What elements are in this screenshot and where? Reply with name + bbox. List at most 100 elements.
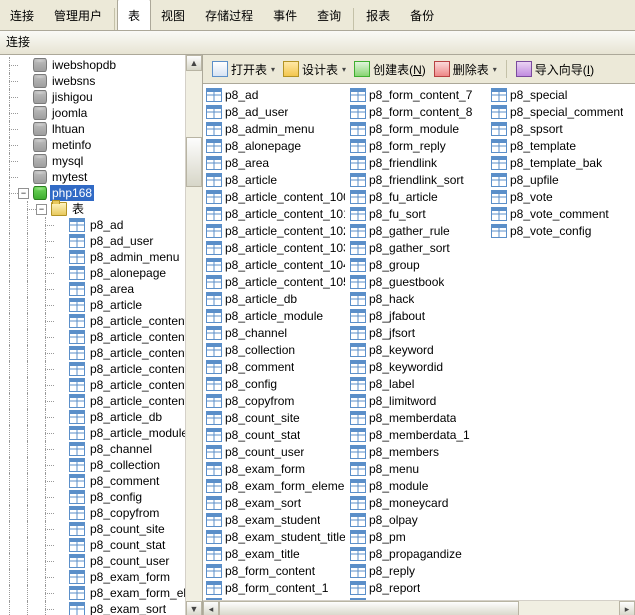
table-item[interactable]: p8_limitword [349,392,490,409]
tree-table-p8_config[interactable]: p8_config [0,489,202,505]
tree-table-p8_article_content_104[interactable]: p8_article_content_104 [0,377,202,393]
table-item[interactable]: p8_form_content_8 [349,103,490,120]
db-iwebshopdb[interactable]: iwebshopdb [0,57,202,73]
tree-table-p8_article_module[interactable]: p8_article_module [0,425,202,441]
toolbar-报表[interactable]: 报表 [356,0,400,30]
table-item[interactable]: p8_form_content_1 [205,579,349,596]
table-item[interactable]: p8_jfabout [349,307,490,324]
tree-table-p8_article_content_102[interactable]: p8_article_content_102 [0,345,202,361]
table-item[interactable]: p8_members [349,443,490,460]
tree-table-p8_article_content_100[interactable]: p8_article_content_100 [0,313,202,329]
db-metinfo[interactable]: metinfo [0,137,202,153]
db-php168[interactable]: −php168 [0,185,202,201]
table-item[interactable]: p8_keyword [349,341,490,358]
toolbar-表[interactable]: 表 [117,0,151,30]
tree-table-p8_ad_user[interactable]: p8_ad_user [0,233,202,249]
table-item[interactable]: p8_vote_config [490,222,631,239]
table-item[interactable]: p8_exam_form_element [205,477,349,494]
expander-icon[interactable]: − [36,204,47,215]
toolbar-事件[interactable]: 事件 [263,0,307,30]
table-item[interactable]: p8_area [205,154,349,171]
table-item[interactable]: p8_special [490,86,631,103]
tree-table-p8_exam_form_element[interactable]: p8_exam_form_element [0,585,202,601]
table-item[interactable]: p8_olpay [349,511,490,528]
table-item[interactable]: p8_module [349,477,490,494]
table-item[interactable]: p8_template_bak [490,154,631,171]
scroll-up-icon[interactable]: ▲ [186,55,202,71]
table-item[interactable]: p8_gather_rule [349,222,490,239]
scroll-thumb[interactable] [219,601,519,615]
table-item[interactable]: p8_label [349,375,490,392]
db-mytest[interactable]: mytest [0,169,202,185]
tree-table-p8_collection[interactable]: p8_collection [0,457,202,473]
toolbar-管理用户[interactable]: 管理用户 [44,0,112,30]
tree-scrollbar[interactable]: ▲ ▼ [185,55,202,615]
scroll-right-icon[interactable]: ▸ [619,601,635,615]
table-item[interactable]: p8_article_content_102 [205,222,349,239]
table-item[interactable]: p8_article_db [205,290,349,307]
expander-icon[interactable]: − [18,188,29,199]
open-table-button[interactable]: 打开表▾ [209,59,278,80]
toolbar-查询[interactable]: 查询 [307,0,351,30]
tree-table-p8_alonepage[interactable]: p8_alonepage [0,265,202,281]
db-mysql[interactable]: mysql [0,153,202,169]
tree-table-p8_count_stat[interactable]: p8_count_stat [0,537,202,553]
tree-table-p8_count_site[interactable]: p8_count_site [0,521,202,537]
table-item[interactable]: p8_moneycard [349,494,490,511]
table-item[interactable]: p8_article [205,171,349,188]
table-item[interactable]: p8_article_content_105 [205,273,349,290]
toolbar-连接[interactable]: 连接 [0,0,44,30]
table-item[interactable]: p8_admin_menu [205,120,349,137]
table-item[interactable]: p8_form_module [349,120,490,137]
toolbar-视图[interactable]: 视图 [151,0,195,30]
toolbar-备份[interactable]: 备份 [400,0,444,30]
table-item[interactable]: p8_ad [205,86,349,103]
table-item[interactable]: p8_exam_sort [205,494,349,511]
table-item[interactable]: p8_comment [205,358,349,375]
db-jishigou[interactable]: jishigou [0,89,202,105]
table-item[interactable]: p8_form_content_7 [349,86,490,103]
table-item[interactable]: p8_channel [205,324,349,341]
table-item[interactable]: p8_report [349,579,490,596]
scroll-left-icon[interactable]: ◂ [203,601,219,615]
tree-table-p8_exam_sort[interactable]: p8_exam_sort [0,601,202,615]
db-iwebsns[interactable]: iwebsns [0,73,202,89]
toolbar-存储过程[interactable]: 存储过程 [195,0,263,30]
table-item[interactable]: p8_ad_user [205,103,349,120]
table-item[interactable]: p8_keywordid [349,358,490,375]
table-item[interactable]: p8_exam_form [205,460,349,477]
table-item[interactable]: p8_reply [349,562,490,579]
table-item[interactable]: p8_collection [205,341,349,358]
table-item[interactable]: p8_form_reply [349,137,490,154]
table-item[interactable]: p8_exam_title [205,545,349,562]
table-item[interactable]: p8_memberdata [349,409,490,426]
table-item[interactable]: p8_count_stat [205,426,349,443]
table-item[interactable]: p8_special_comment [490,103,631,120]
table-item[interactable]: p8_copyfrom [205,392,349,409]
tree-table-p8_article_content_105[interactable]: p8_article_content_105 [0,393,202,409]
db-joomla[interactable]: joomla [0,105,202,121]
table-item[interactable]: p8_friendlink [349,154,490,171]
table-item[interactable]: p8_template [490,137,631,154]
tree-table-p8_article[interactable]: p8_article [0,297,202,313]
table-item[interactable]: p8_exam_student [205,511,349,528]
delete-table-button[interactable]: 删除表▾ [431,59,500,80]
scroll-down-icon[interactable]: ▼ [186,601,202,615]
tree-table-p8_area[interactable]: p8_area [0,281,202,297]
table-item[interactable]: p8_article_content_103 [205,239,349,256]
table-item[interactable]: p8_count_site [205,409,349,426]
table-item[interactable]: p8_menu [349,460,490,477]
table-item[interactable]: p8_count_user [205,443,349,460]
import-wizard-button[interactable]: 导入向导(I) [513,59,597,80]
table-item[interactable]: p8_upfile [490,171,631,188]
create-table-button[interactable]: 创建表(N) [351,59,429,80]
table-item[interactable]: p8_jfsort [349,324,490,341]
scroll-thumb[interactable] [186,137,202,187]
table-item[interactable]: p8_gather_sort [349,239,490,256]
db-lhtuan[interactable]: lhtuan [0,121,202,137]
table-item[interactable]: p8_article_content_101 [205,205,349,222]
tree-table-p8_ad[interactable]: p8_ad [0,217,202,233]
table-item[interactable]: p8_form_content [205,562,349,579]
table-item[interactable]: p8_propagandize [349,545,490,562]
tree-table-p8_article_content_101[interactable]: p8_article_content_101 [0,329,202,345]
